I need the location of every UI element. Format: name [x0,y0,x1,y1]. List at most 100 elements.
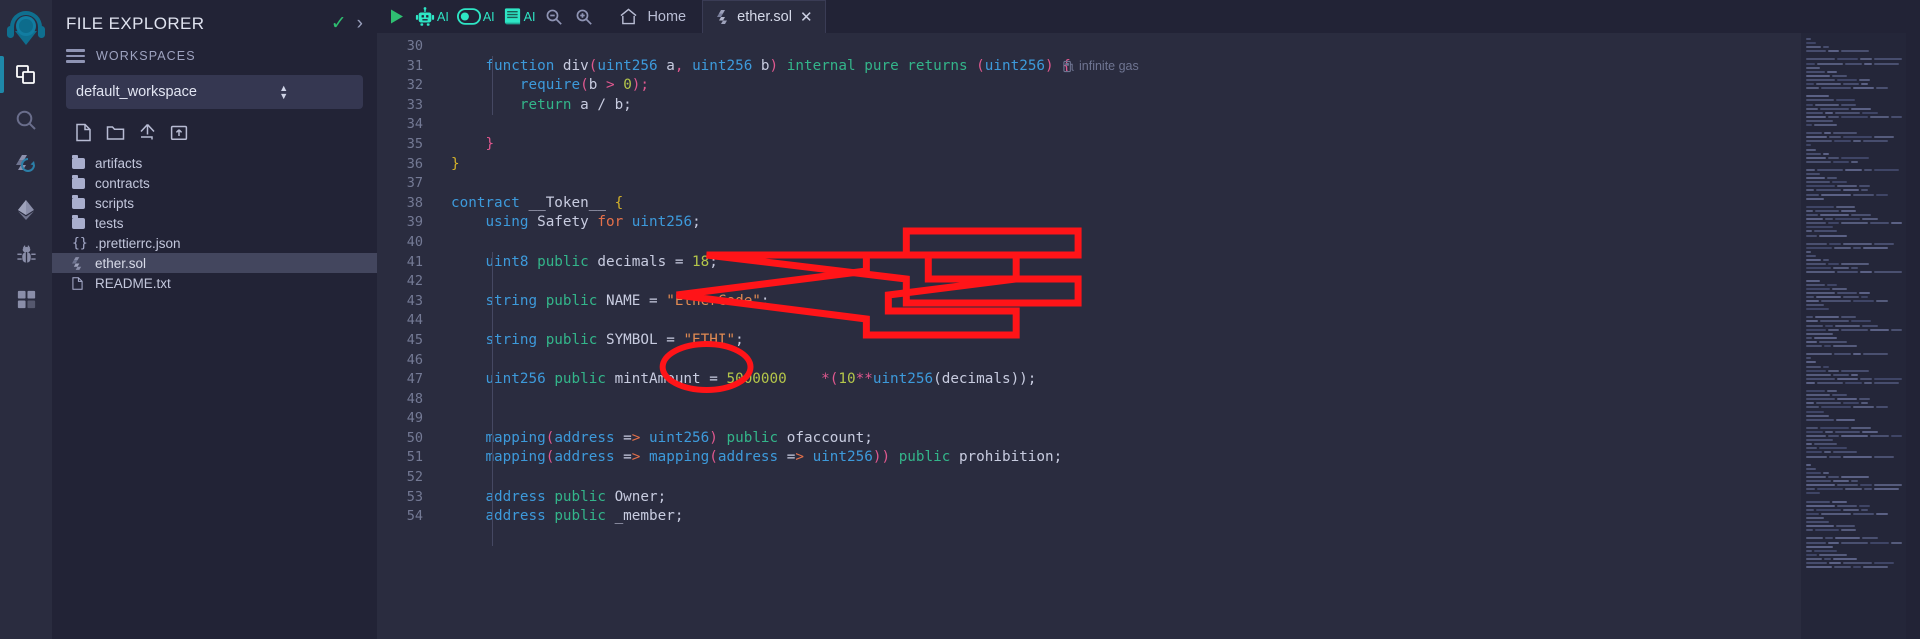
tab-ether-sol[interactable]: ether.sol ✕ [702,0,826,34]
tree-item-file[interactable]: {} .prettierrc.json [52,233,377,253]
code-token: mapping [485,429,546,446]
code-token: string [485,292,538,309]
code-line[interactable]: } [432,155,1801,175]
zoom-in-icon[interactable] [569,0,599,33]
minimap-line [1806,345,1902,348]
minimap-line [1806,373,1902,376]
zoom-out-icon[interactable] [539,0,569,33]
sidebar-item-file-explorer[interactable] [0,52,52,97]
tree-item-file[interactable]: README.txt [52,273,377,293]
remix-logo-icon[interactable] [3,6,49,52]
ai-toggle-button[interactable]: AI [453,8,499,25]
code-token: > [631,449,650,466]
activity-rail [0,0,52,639]
tree-item-file-ether-sol[interactable]: ether.sol [52,253,377,273]
code-editor[interactable]: 30 31 32 33 34 35 36 37 38 39 40 41 42 43 44 45 46 47 48 49… [377,33,1801,639]
editor-minimap[interactable] [1801,33,1906,639]
minimap-line [1806,189,1902,192]
code-line[interactable]: contract __Token__ { [432,194,1801,214]
code-line[interactable] [432,115,1801,135]
minimap-line [1806,357,1902,360]
minimap-line [1806,312,1902,314]
new-folder-icon[interactable] [104,121,126,143]
tree-item-folder[interactable]: contracts [52,173,377,193]
sidebar-item-search[interactable] [0,97,52,142]
upload-icon[interactable] [136,121,158,143]
minimap-line [1806,516,1902,519]
hamburger-menu-icon[interactable] [66,49,85,63]
minimap-line [1806,541,1902,544]
remix-ai-assistant-button[interactable]: AI [411,6,453,27]
code-line[interactable]: uint8 public decimals = 18; [432,253,1801,273]
file-explorer-header: FILE EXPLORER ✓ › [52,0,377,41]
play-run-icon[interactable] [381,0,411,33]
code-content[interactable]: infinite gas function div(uint256 a, uin… [432,33,1801,639]
robot-icon [415,6,435,26]
code-line[interactable] [432,409,1801,429]
code-line[interactable] [432,390,1801,410]
minimap-line [1806,447,1902,450]
ai-docs-button[interactable]: AI [499,7,540,26]
code-line[interactable]: string public SYMBOL = "ETHI"; [432,331,1801,351]
minimap-line [1806,239,1902,241]
code-line[interactable]: address public Owner; [432,488,1801,508]
tree-item-folder[interactable]: scripts [52,193,377,213]
chevron-right-icon[interactable]: › [357,13,363,35]
minimap-line [1806,361,1902,364]
sidebar-item-solidity-compiler[interactable] [0,142,52,187]
code-token: ( [976,57,985,74]
minimap-line [1806,152,1902,155]
code-line[interactable] [432,174,1801,194]
tree-item-label: scripts [95,195,135,211]
code-line[interactable] [432,311,1801,331]
code-line[interactable] [432,37,1801,57]
minimap-line [1806,62,1902,65]
new-file-icon[interactable] [72,121,94,143]
text-file-icon [72,276,85,290]
minimap-line [1806,70,1902,73]
code-line[interactable] [432,351,1801,371]
minimap-line [1806,115,1902,118]
code-token: > [795,449,813,466]
code-token: 5000000 [726,371,787,388]
workspace-select[interactable]: default_workspace ▲ ▼ [66,75,363,109]
tree-item-label: ether.sol [95,255,147,271]
code-line[interactable]: return a / b; [432,96,1801,116]
minimap-line [1806,316,1902,319]
minimap-line [1806,365,1902,368]
sidebar-item-plugin-manager[interactable] [0,277,52,322]
code-line[interactable] [432,272,1801,292]
check-icon[interactable]: ✓ [331,12,347,35]
minimap-line [1806,435,1902,438]
code-line[interactable] [432,233,1801,253]
code-line[interactable]: } [432,135,1801,155]
tab-home[interactable]: Home [603,0,702,33]
minimap-line [1806,562,1902,564]
tree-item-folder[interactable]: tests [52,213,377,233]
code-line[interactable]: mapping(address => mapping(address => ui… [432,448,1801,468]
code-line[interactable]: uint256 public mintAmount = 5000000 *(10… [432,370,1801,390]
code-line[interactable]: mapping(address => uint256) public ofacc… [432,429,1801,449]
code-line[interactable] [432,468,1801,488]
code-line[interactable]: using Safety for uint256; [432,213,1801,233]
code-line[interactable]: string public NAME = "EtherCode"; [432,292,1801,312]
minimap-line [1806,386,1902,388]
sidebar-item-debugger[interactable] [0,232,52,277]
tree-item-folder[interactable]: artifacts [52,153,377,173]
folder-upload-icon[interactable] [168,121,190,143]
sidebar-item-deploy-run[interactable] [0,187,52,232]
code-line[interactable]: address public _member; [432,507,1801,527]
code-token: require [519,77,581,94]
editor-scrollbar[interactable] [1906,33,1920,639]
code-line[interactable]: require(b > 0); [432,76,1801,96]
code-token: { [614,194,624,211]
close-icon[interactable]: ✕ [800,10,813,25]
minimap-line [1806,381,1902,384]
minimap-line [1806,185,1902,188]
